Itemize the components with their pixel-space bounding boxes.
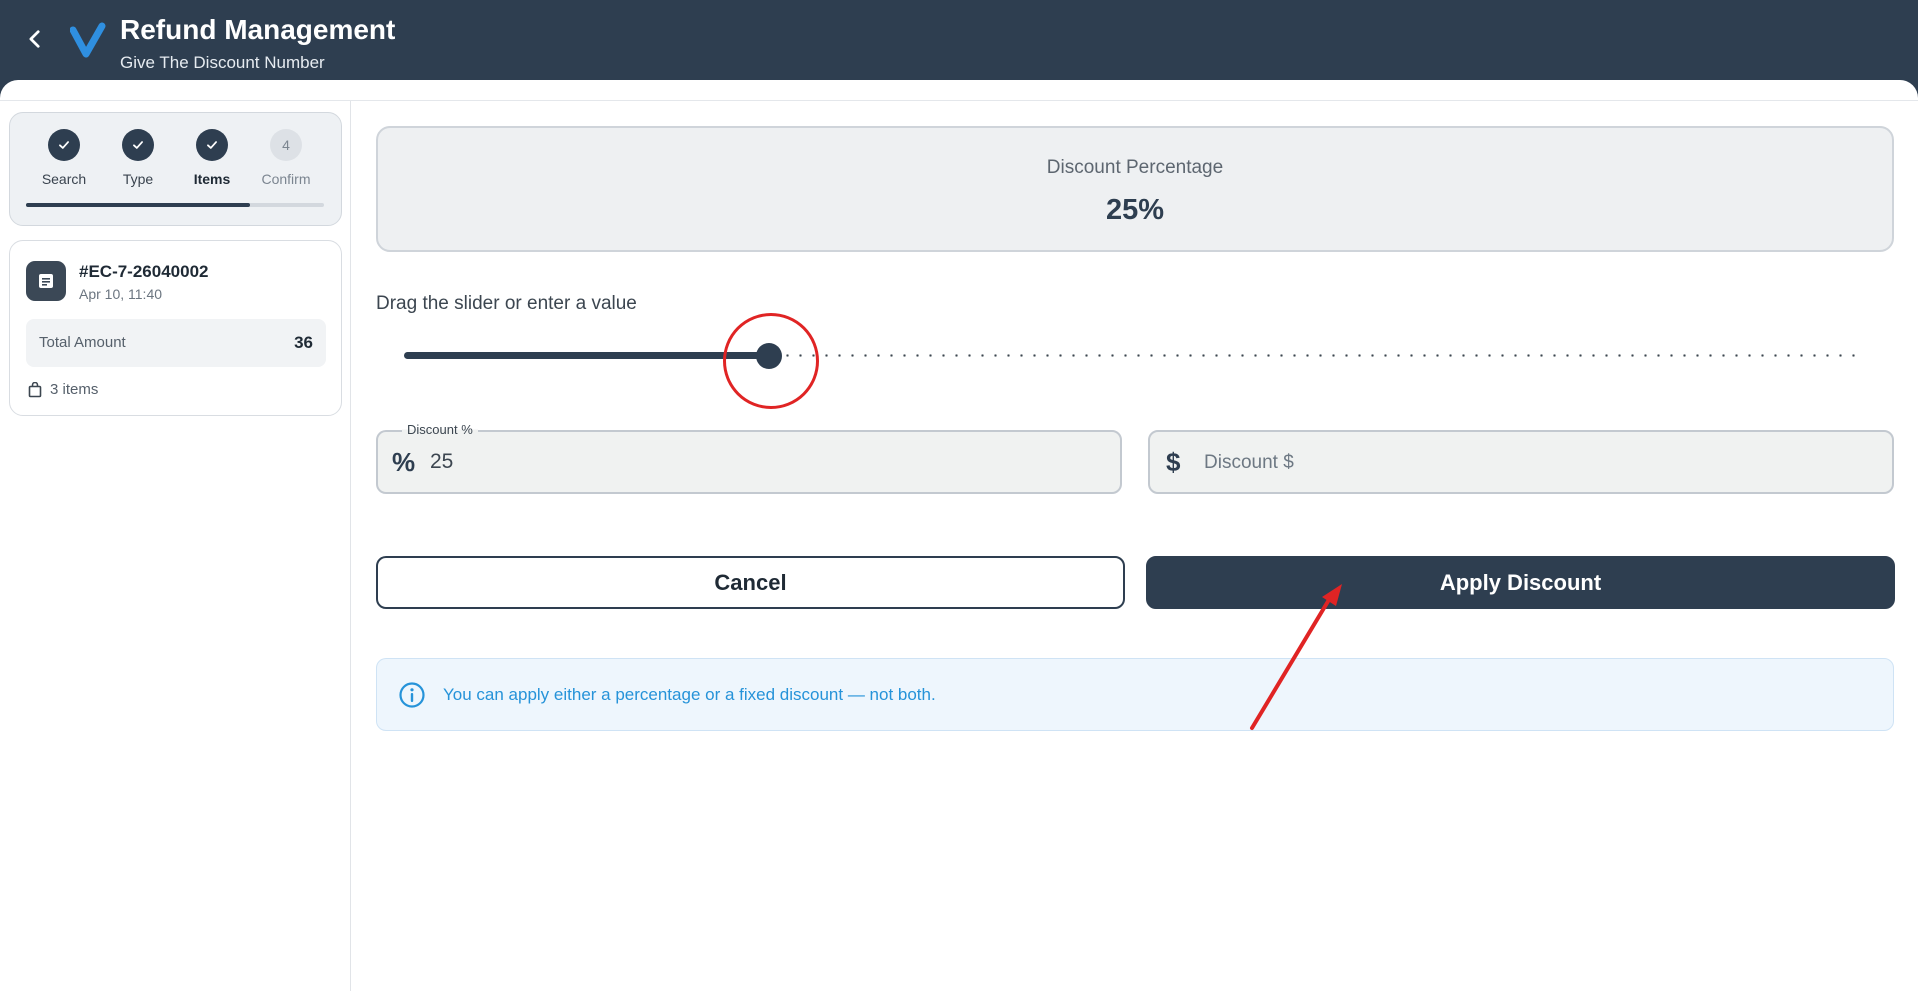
order-id: #EC-7-26040002	[79, 262, 209, 281]
dollar-icon: $	[1166, 447, 1181, 477]
step-label: Confirm	[261, 171, 311, 187]
app-logo	[69, 20, 106, 60]
discount-amount-field[interactable]: $ Discount $	[1148, 430, 1894, 494]
info-text: You can apply either a percentage or a f…	[443, 685, 936, 704]
info-banner: You can apply either a percentage or a f…	[376, 658, 1894, 731]
discount-percent-field[interactable]: Discount % % 25	[376, 422, 1122, 494]
stepper-progress-fill	[26, 203, 250, 207]
apply-discount-button[interactable]: Apply Discount	[1146, 556, 1895, 609]
total-amount-value: 36	[294, 333, 313, 352]
step-confirm[interactable]: 4 Confirm	[251, 129, 321, 187]
discount-amount-placeholder: Discount $	[1204, 452, 1294, 473]
step-search[interactable]: Search	[29, 129, 99, 187]
content-panel: Search Type Items 4 Confirm #EC-7-260400…	[0, 80, 1918, 991]
step-label: Items	[193, 171, 231, 187]
percent-icon: %	[392, 447, 416, 477]
check-icon	[122, 129, 154, 161]
items-count-row: 3 items	[28, 381, 98, 398]
chevron-left-icon	[29, 30, 40, 48]
info-icon	[399, 682, 425, 708]
cancel-button[interactable]: Cancel	[376, 556, 1125, 609]
slider-thumb[interactable]	[756, 343, 782, 369]
discount-percentage-label: Discount Percentage	[1046, 157, 1224, 178]
discount-percentage-value: 25%	[1105, 194, 1165, 226]
step-number: 4	[270, 129, 302, 161]
step-type[interactable]: Type	[103, 129, 173, 187]
total-amount-label: Total Amount	[39, 334, 126, 351]
order-summary-card: #EC-7-26040002 Apr 10, 11:40 Total Amoun…	[9, 240, 342, 416]
slider-hint: Drag the slider or enter a value	[376, 293, 637, 314]
sidebar: Search Type Items 4 Confirm #EC-7-260400…	[0, 101, 351, 991]
app-header: Refund Management Give The Discount Numb…	[0, 0, 1918, 82]
discount-percent-label: Discount %	[402, 422, 478, 437]
check-icon	[196, 129, 228, 161]
discount-percent-value: 25	[430, 450, 454, 473]
discount-main: Discount Percentage 25% Drag the slider …	[352, 101, 1918, 991]
discount-slider[interactable]	[404, 341, 1864, 371]
total-amount-box: Total Amount 36	[26, 319, 326, 367]
shopping-bag-icon	[28, 381, 42, 397]
step-label: Search	[41, 171, 87, 187]
order-date: Apr 10, 11:40	[79, 286, 163, 302]
page-subtitle: Give The Discount Number	[120, 53, 325, 72]
items-count: 3 items	[50, 381, 99, 398]
stepper-progress-track	[26, 203, 324, 207]
receipt-icon	[26, 261, 66, 301]
page-title: Refund Management	[120, 14, 396, 45]
slider-fill	[404, 352, 769, 359]
step-items[interactable]: Items	[177, 129, 247, 187]
discount-percentage-card: Discount Percentage 25%	[376, 126, 1894, 252]
progress-stepper: Search Type Items 4 Confirm	[9, 112, 342, 226]
back-button[interactable]	[18, 22, 52, 56]
step-label: Type	[122, 171, 154, 187]
check-icon	[48, 129, 80, 161]
